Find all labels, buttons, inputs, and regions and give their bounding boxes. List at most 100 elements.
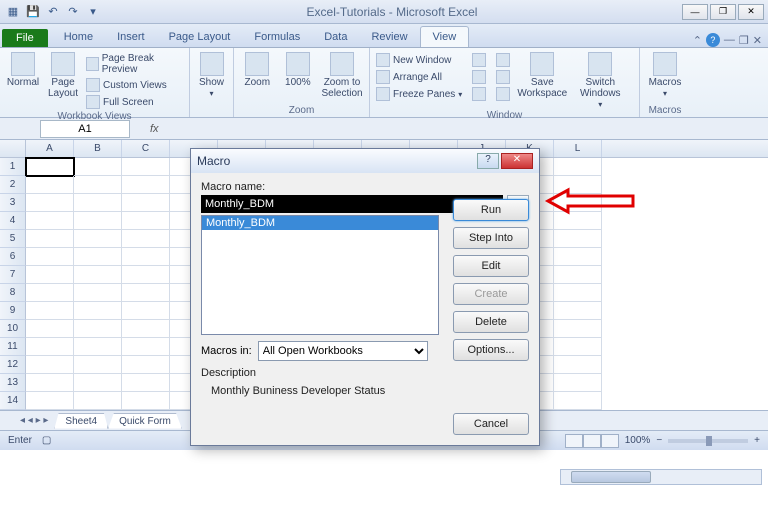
tab-page-layout[interactable]: Page Layout: [157, 27, 243, 47]
horizontal-scrollbar[interactable]: [560, 469, 762, 485]
qat-dropdown-icon[interactable]: ▾: [84, 3, 102, 21]
save-icon[interactable]: 💾: [24, 3, 42, 21]
zoom-in-icon[interactable]: +: [754, 435, 760, 446]
dialog-title-bar[interactable]: Macro ? ✕: [191, 149, 539, 173]
zoom-selection-button[interactable]: Zoom to Selection: [319, 50, 365, 99]
cancel-button[interactable]: Cancel: [453, 413, 529, 435]
cell[interactable]: [26, 392, 74, 410]
cell[interactable]: [122, 266, 170, 284]
cell[interactable]: [122, 284, 170, 302]
row-header[interactable]: 6: [0, 248, 26, 266]
cell[interactable]: [26, 194, 74, 212]
cell[interactable]: [74, 176, 122, 194]
step-into-button[interactable]: Step Into: [453, 227, 529, 249]
freeze-panes-button[interactable]: Freeze Panes▾: [374, 86, 464, 102]
hide-button[interactable]: [470, 69, 488, 85]
zoom-out-icon[interactable]: −: [656, 435, 662, 446]
cell[interactable]: [554, 338, 602, 356]
cell[interactable]: [554, 284, 602, 302]
run-button[interactable]: Run: [453, 199, 529, 221]
tab-home[interactable]: Home: [52, 27, 105, 47]
close-button[interactable]: ✕: [738, 4, 764, 20]
cell[interactable]: [554, 266, 602, 284]
row-header[interactable]: 10: [0, 320, 26, 338]
arrange-all-button[interactable]: Arrange All: [374, 69, 464, 85]
cell[interactable]: [26, 320, 74, 338]
workbook-close-icon[interactable]: ✕: [753, 34, 762, 47]
column-header[interactable]: L: [554, 140, 602, 157]
column-header[interactable]: A: [26, 140, 74, 157]
cell[interactable]: [74, 374, 122, 392]
cell[interactable]: [122, 212, 170, 230]
cell[interactable]: [74, 158, 122, 176]
normal-view-button[interactable]: Normal: [4, 50, 42, 88]
cell[interactable]: [554, 158, 602, 176]
cell[interactable]: [74, 284, 122, 302]
page-break-preview-button[interactable]: Page Break Preview: [84, 52, 185, 76]
file-tab[interactable]: File: [2, 29, 48, 47]
cell[interactable]: [74, 230, 122, 248]
cell[interactable]: [74, 194, 122, 212]
minimize-button[interactable]: —: [682, 4, 708, 20]
macros-in-select[interactable]: All Open Workbooks: [258, 341, 428, 361]
cell[interactable]: [26, 338, 74, 356]
cell[interactable]: [554, 392, 602, 410]
cell[interactable]: [122, 320, 170, 338]
undo-icon[interactable]: ↶: [44, 3, 62, 21]
cell[interactable]: [554, 230, 602, 248]
row-header[interactable]: 8: [0, 284, 26, 302]
row-header[interactable]: 7: [0, 266, 26, 284]
minimize-ribbon-icon[interactable]: ⌃: [693, 34, 702, 47]
tab-review[interactable]: Review: [359, 27, 419, 47]
cell[interactable]: [26, 230, 74, 248]
column-header[interactable]: C: [122, 140, 170, 157]
cell[interactable]: [554, 248, 602, 266]
sheet-tab[interactable]: Sheet4: [54, 413, 108, 429]
cell[interactable]: [74, 266, 122, 284]
zoom-level[interactable]: 100%: [625, 435, 651, 446]
cell[interactable]: [122, 230, 170, 248]
cell[interactable]: [122, 302, 170, 320]
help-icon[interactable]: ?: [706, 33, 720, 47]
cell[interactable]: [122, 374, 170, 392]
options-button[interactable]: Options...: [453, 339, 529, 361]
dialog-close-button[interactable]: ✕: [501, 153, 533, 169]
row-header[interactable]: 2: [0, 176, 26, 194]
page-layout-button[interactable]: Page Layout: [44, 50, 82, 99]
reset-pos-button[interactable]: [494, 86, 512, 102]
cell[interactable]: [554, 176, 602, 194]
zoom-slider[interactable]: [668, 439, 748, 443]
cell[interactable]: [74, 320, 122, 338]
cell[interactable]: [554, 374, 602, 392]
cell[interactable]: [554, 212, 602, 230]
row-header[interactable]: 11: [0, 338, 26, 356]
save-workspace-button[interactable]: Save Workspace: [514, 50, 570, 99]
tab-formulas[interactable]: Formulas: [242, 27, 312, 47]
tab-data[interactable]: Data: [312, 27, 359, 47]
row-header[interactable]: 5: [0, 230, 26, 248]
cell[interactable]: [74, 212, 122, 230]
full-screen-button[interactable]: Full Screen: [84, 94, 185, 110]
cell[interactable]: [74, 356, 122, 374]
row-header[interactable]: 13: [0, 374, 26, 392]
cell[interactable]: [122, 158, 170, 176]
cell[interactable]: [26, 248, 74, 266]
tab-view[interactable]: View: [420, 26, 470, 47]
cell[interactable]: [26, 356, 74, 374]
cell[interactable]: [74, 248, 122, 266]
new-window-button[interactable]: New Window: [374, 52, 464, 68]
zoom-100-button[interactable]: 100%: [279, 50, 318, 88]
show-button[interactable]: Show▾: [194, 50, 229, 98]
delete-button[interactable]: Delete: [453, 311, 529, 333]
macro-record-icon[interactable]: ▢: [42, 435, 51, 446]
cell[interactable]: [122, 248, 170, 266]
cell[interactable]: [26, 212, 74, 230]
unhide-button[interactable]: [470, 86, 488, 102]
excel-icon[interactable]: ▦: [4, 3, 22, 21]
macro-list-item[interactable]: Monthly_BDM: [202, 216, 438, 230]
cell[interactable]: [554, 302, 602, 320]
row-header[interactable]: 4: [0, 212, 26, 230]
row-header[interactable]: 9: [0, 302, 26, 320]
row-header[interactable]: 12: [0, 356, 26, 374]
cell[interactable]: [26, 302, 74, 320]
